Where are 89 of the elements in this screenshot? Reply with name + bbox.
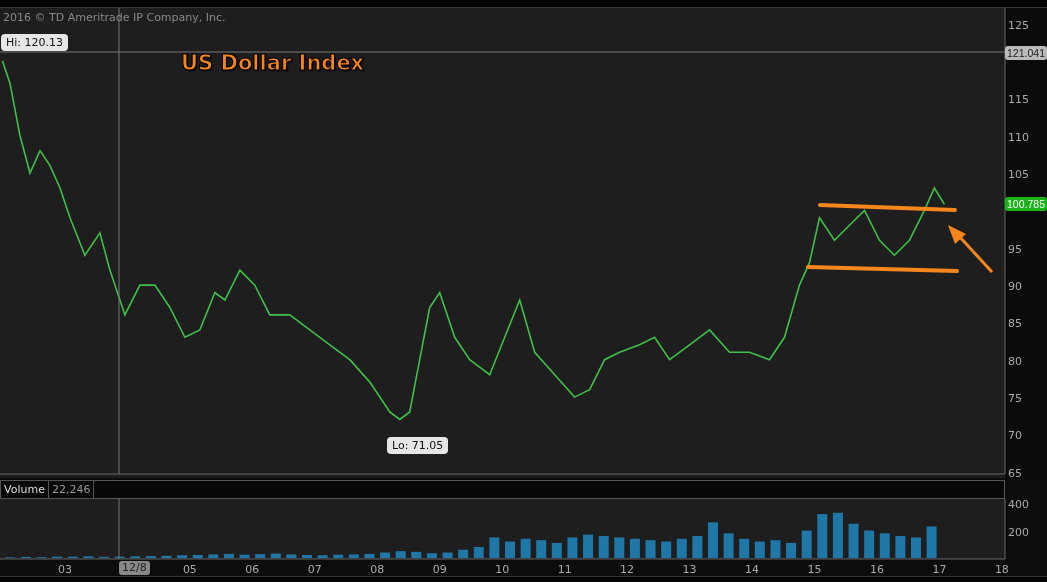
axis-tick-label: 07 [307,563,322,576]
low-label: Lo: 71.05 [387,437,449,454]
axis-tick-label: 10 [495,563,510,576]
axis-tick-label: 11 [557,563,572,576]
axis-tick-label: 13 [682,563,697,576]
volume-bar [411,551,422,558]
volume-bar [551,542,562,558]
last-price-tag: 100.785 [1005,197,1047,211]
axis-tick-label: 110 [1008,130,1029,144]
axis-tick-label: 65 [1008,466,1022,478]
axis-tick-label: 200 [1008,525,1029,539]
volume-bar [192,555,203,558]
volume-bar [520,538,531,558]
volume-bar [676,538,687,558]
arrow-drawing [948,225,994,273]
volume-bar [505,541,515,558]
volume-bar [333,554,344,558]
axis-tick-label: 95 [1008,242,1022,256]
chart-title: US Dollar Index [181,50,365,77]
volume-bar [567,537,578,558]
axis-tick-label: 09 [432,563,447,576]
axis-tick-label: 16 [869,563,884,576]
volume-bar [848,523,859,558]
volume-bar [832,512,843,558]
volume-bar [817,514,828,558]
axis-tick-label: 12 [620,563,635,576]
volume-bar [380,552,391,558]
volume-bar [442,552,453,558]
axis-tick-label: 14 [745,563,760,576]
axis-tick-label: 90 [1008,280,1022,294]
volume-bar [348,554,359,558]
volume-bar [426,553,437,558]
axis-tick-label: 125 [1008,18,1029,32]
volume-bar [911,537,921,558]
volume-bar [364,553,375,558]
volume-bar [598,536,609,558]
volume-bar [723,533,734,558]
volume-bar [692,536,703,558]
axis-tick-label: 08 [370,563,385,576]
volume-bar [614,537,625,558]
volume-bar [208,554,219,558]
volume-bar [302,555,312,558]
volume-bar [161,555,172,558]
axis-tick-label: 85 [1008,317,1022,331]
copyright-text: 2016 © TD Ameritrade IP Company, Inc. [3,10,226,26]
axis-tick-label: 06 [245,563,260,576]
axis-tick-label: 18 [994,563,1009,576]
volume-bar [801,530,812,558]
volume-bar [895,536,906,558]
volume-bar [536,540,547,558]
crosshair-price-tag: 121.041 [1005,46,1047,60]
high-label: Hi: 120.13 [1,34,69,51]
volume-bar [786,542,797,558]
axis-tick-label: 115 [1008,93,1029,107]
volume-bar [661,541,672,558]
volume-bar [629,538,640,558]
volume-bar [489,537,500,558]
axis-tick-label: 80 [1008,354,1022,368]
volume-bar [754,541,765,558]
volume-bar [223,553,234,558]
volume-bar [458,549,469,558]
volume-bar [583,534,594,558]
axis-tick-label: 17 [932,563,947,576]
axis-tick-label: 15 [807,563,822,576]
axis-tick-label: 75 [1008,392,1022,406]
axis-tick-label: 105 [1008,168,1029,182]
volume-bar [864,530,875,558]
volume-bar [473,547,484,558]
volume-bar [708,522,718,558]
volume-bar [395,551,406,558]
axis-tick-label: 400 [1008,499,1029,512]
volume-bar [645,540,656,558]
axis-tick-label: 70 [1008,429,1022,443]
volume-bar [739,538,750,558]
volume-bar [770,540,781,558]
volume-bar [317,555,328,558]
axis-tick-label: 05 [182,563,197,576]
volume-bar [879,533,890,558]
volume-bar [177,555,188,558]
volume-bar [286,554,297,558]
crosshair-line [118,499,120,559]
cursor-date-tag: 12/8 [119,561,150,575]
volume-bar [926,526,937,558]
volume-bar [255,554,266,558]
volume-bar [270,553,281,558]
axis-tick-label: 03 [57,563,72,576]
volume-value: 22,246 [48,481,95,498]
volume-label: Volume [1,481,49,498]
volume-bar [239,554,250,558]
